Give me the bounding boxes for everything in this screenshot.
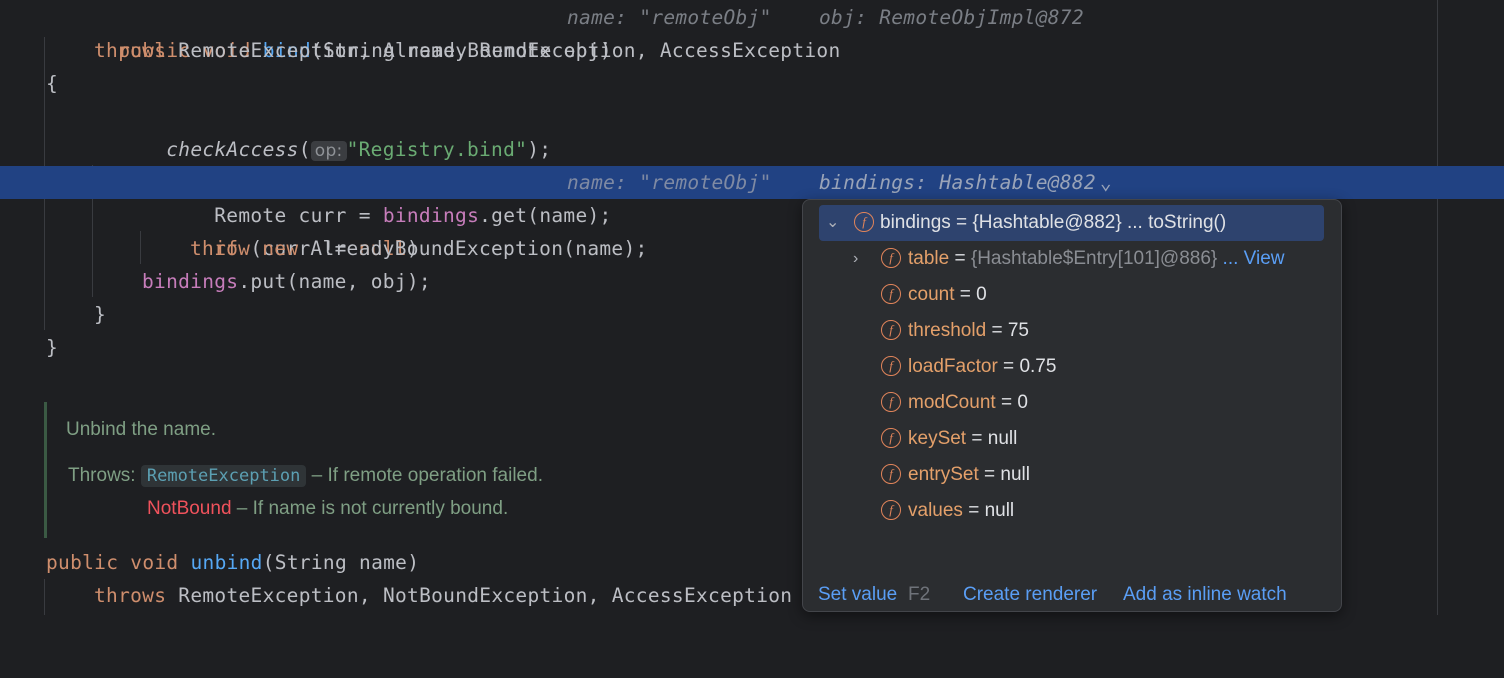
code-line[interactable]: checkAccess(op: "Registry.bind");	[0, 100, 1504, 161]
code-line[interactable]: throws RemoteException, AlreadyBoundExce…	[0, 34, 1504, 67]
set-value-link[interactable]: Set value	[818, 580, 897, 610]
field-icon: f	[881, 284, 901, 304]
field-icon: f	[881, 248, 901, 268]
field-name: table	[908, 248, 950, 269]
code-token: unbind	[190, 551, 263, 574]
field-name: loadFactor	[908, 356, 998, 377]
inline-debug-hint: name: "remoteObj"	[567, 171, 772, 194]
popup-actions: Set value F2 Create renderer Add as inli…	[803, 580, 1341, 610]
code-line[interactable]: {	[0, 67, 1504, 100]
chevron-right-icon[interactable]: ›	[853, 241, 858, 277]
field-name: entrySet	[908, 464, 979, 485]
tree-row-field[interactable]: f keySet = null	[803, 421, 1341, 457]
code-token: bindings	[142, 270, 239, 293]
tree-row-field[interactable]: f count = 0	[803, 277, 1341, 313]
tree-row-field[interactable]: f entrySet = null	[803, 457, 1341, 493]
chevron-down-icon[interactable]: ⌄	[1100, 171, 1112, 194]
doc-exception-desc: – If remote operation failed.	[306, 465, 543, 486]
code-token: }	[46, 336, 59, 359]
field-name: keySet	[908, 428, 967, 449]
code-token: {	[46, 72, 59, 95]
field-icon: f	[881, 428, 901, 448]
tree-row-field[interactable]: f loadFactor = 0.75	[803, 349, 1341, 385]
to-string-link[interactable]: ... toString()	[1122, 212, 1226, 233]
code-token: (String name)	[262, 551, 420, 574]
field-value: null	[1000, 464, 1030, 485]
field-icon: f	[854, 212, 874, 232]
tree-row-text: bindings = {Hashtable@882} ... toString(…	[880, 205, 1226, 241]
doc-throws-label: Throws:	[68, 465, 136, 486]
create-renderer-link[interactable]: Create renderer	[963, 580, 1097, 610]
code-token: .put(name, obj);	[238, 270, 431, 293]
code-token: }	[94, 303, 107, 326]
view-link[interactable]: ... View	[1217, 248, 1285, 269]
tree-row-field[interactable]: f modCount = 0	[803, 385, 1341, 421]
tree-row-table[interactable]: › f table = {Hashtable$Entry[101]@886} .…	[803, 241, 1341, 277]
doc-exception-desc: – If name is not currently bound.	[231, 498, 509, 519]
field-name: values	[908, 500, 963, 521]
field-name: bindings	[880, 212, 951, 233]
doc-exception-link[interactable]: RemoteException	[140, 465, 307, 487]
code-token: throw new	[190, 237, 299, 260]
inline-debug-hint: name: "remoteObj"	[567, 6, 772, 29]
doc-exception-unresolved: NotBound	[147, 498, 232, 519]
code-token: RemoteException, AlreadyBoundException, …	[166, 39, 841, 62]
equals-sign: =	[950, 212, 973, 233]
inline-debug-hint: obj: RemoteObjImpl@872	[819, 6, 1084, 29]
code-line[interactable]: public void bind(String name, Remote obj…	[0, 1, 1504, 62]
set-value-shortcut: F2	[908, 584, 931, 605]
field-name: modCount	[908, 392, 996, 413]
doc-throws-second: NotBound – If name is not currently boun…	[147, 498, 508, 520]
field-name: threshold	[908, 320, 987, 341]
inline-debug-value-bindings[interactable]: bindings: Hashtable@882 ⌄	[819, 166, 1112, 199]
tree-row-bindings[interactable]: ⌄ f bindings = {Hashtable@882} ... toStr…	[819, 205, 1324, 241]
tree-row-text: table = {Hashtable$Entry[101]@886} ... V…	[908, 241, 1285, 277]
field-value: 75	[1007, 320, 1029, 341]
field-icon: f	[881, 320, 901, 340]
inline-debug-value-text: bindings: Hashtable@882	[819, 171, 1096, 194]
tree-row-field[interactable]: f threshold = 75	[803, 313, 1341, 349]
equals-sign: =	[949, 248, 971, 269]
field-name: count	[908, 284, 955, 305]
field-value: null	[987, 428, 1018, 449]
field-icon: f	[881, 392, 901, 412]
field-value: 0	[1017, 392, 1028, 413]
doc-summary: Unbind the name.	[66, 419, 216, 440]
doc-throws: Throws: RemoteException – If remote oper…	[68, 465, 543, 487]
code-token: AlreadyBoundException(name);	[298, 237, 648, 260]
code-token: RemoteException, NotBoundException, Acce…	[166, 584, 793, 607]
field-value: null	[984, 500, 1015, 521]
debug-value-popup[interactable]: ⌄ f bindings = {Hashtable@882} ... toStr…	[802, 199, 1342, 612]
field-icon: f	[881, 356, 901, 376]
add-inline-watch-link[interactable]: Add as inline watch	[1123, 580, 1287, 610]
field-icon: f	[881, 464, 901, 484]
field-value: 0.75	[1019, 356, 1057, 377]
code-line[interactable]: synchronized (bindings) {	[0, 133, 1504, 194]
code-token: throws	[94, 584, 167, 607]
field-value: {Hashtable$Entry[101]@886}	[970, 248, 1218, 269]
current-execution-line[interactable]: Remote curr = bindings.get(name); name: …	[0, 166, 1504, 227]
tree-row-field[interactable]: f values = null	[803, 493, 1341, 529]
field-icon: f	[881, 500, 901, 520]
chevron-down-icon[interactable]: ⌄	[826, 205, 839, 241]
doc-comment-bar	[44, 402, 47, 538]
field-value: 0	[976, 284, 987, 305]
field-value: {Hashtable@882}	[972, 212, 1122, 233]
code-token: throws	[94, 39, 167, 62]
code-token: public void	[46, 551, 191, 574]
